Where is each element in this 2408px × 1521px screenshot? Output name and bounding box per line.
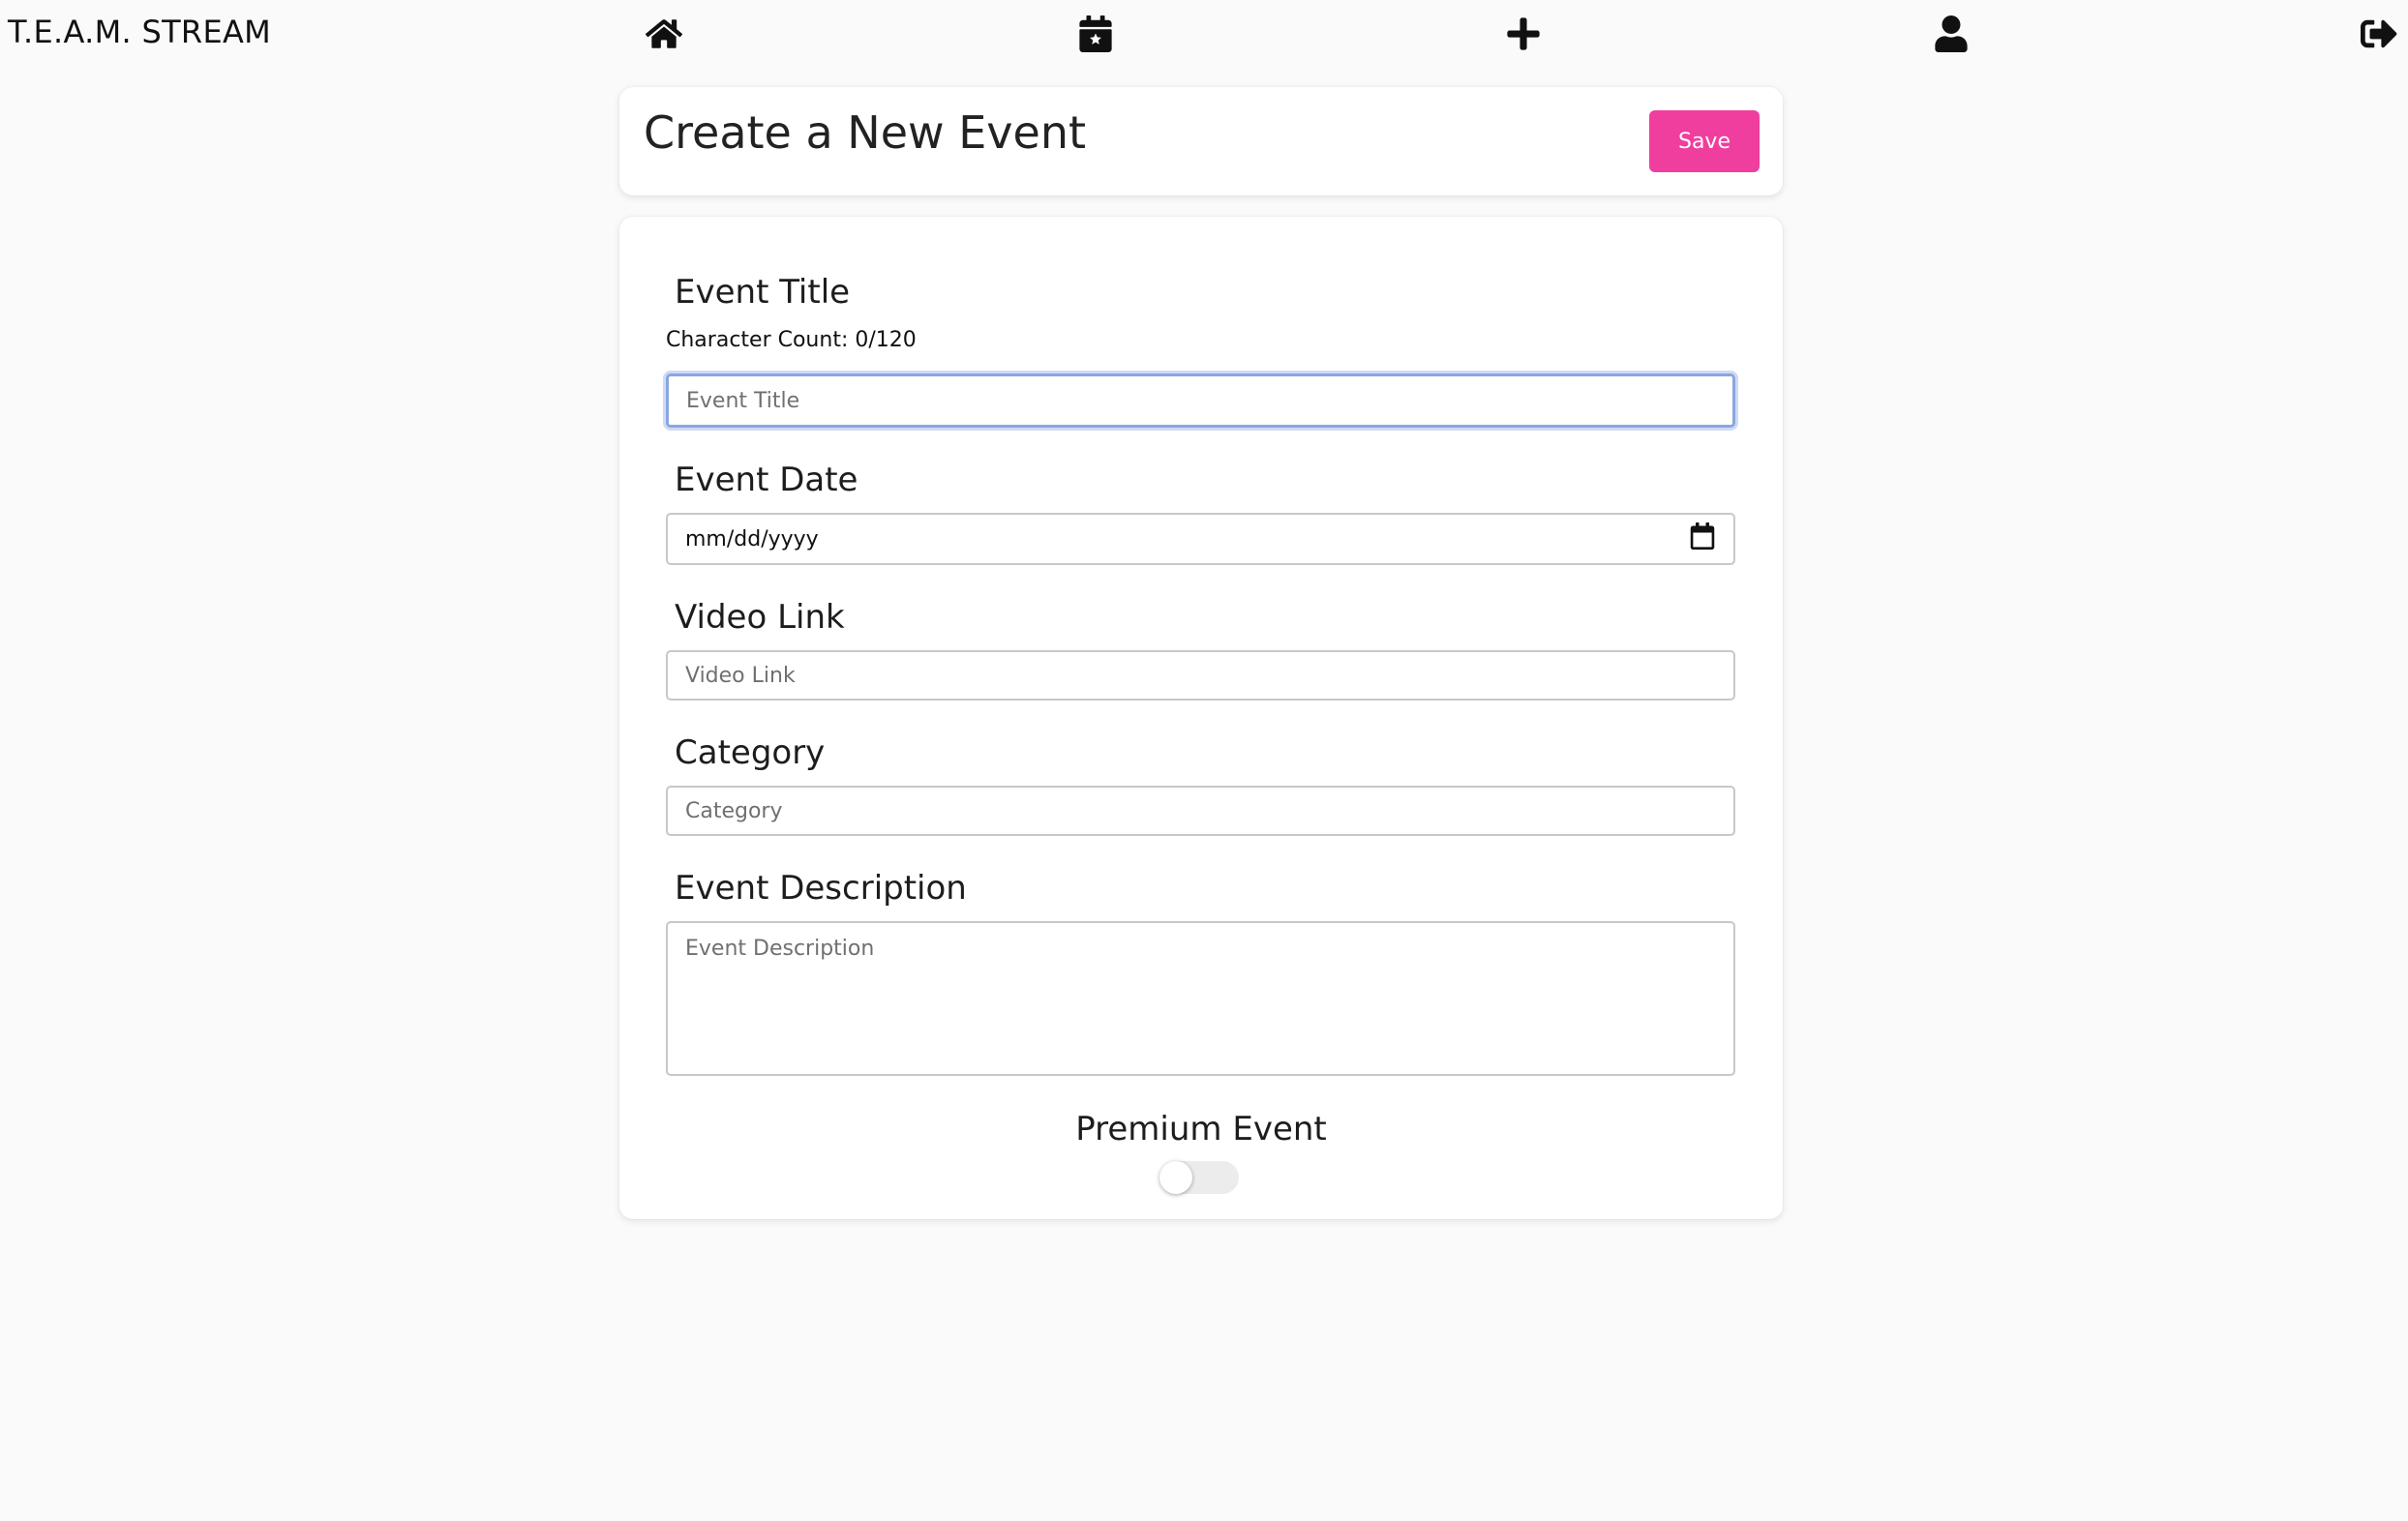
category-label: Category	[675, 733, 826, 772]
logout-icon[interactable]	[2360, 15, 2398, 53]
premium-event-toggle[interactable]	[1159, 1161, 1239, 1194]
premium-event-label: Premium Event	[1075, 1110, 1327, 1148]
event-form: Event Title Character Count: 0/120 Event…	[619, 217, 1783, 1219]
character-count: Character Count: 0/120	[666, 328, 917, 352]
video-link-label: Video Link	[675, 598, 845, 637]
calendar-icon[interactable]	[1689, 522, 1716, 555]
video-link-input[interactable]	[666, 650, 1735, 701]
top-navbar: T.E.A.M. STREAM	[0, 0, 2408, 68]
header-card: Create a New Event Save	[619, 87, 1783, 195]
event-date-label: Event Date	[675, 461, 858, 499]
save-button[interactable]: Save	[1649, 110, 1760, 172]
event-description-textarea[interactable]	[666, 921, 1735, 1076]
user-icon[interactable]	[1932, 15, 1971, 53]
brand-logo[interactable]: T.E.A.M. STREAM	[8, 14, 271, 50]
calendar-star-icon[interactable]	[1076, 15, 1115, 53]
date-placeholder: mm/dd/yyyy	[685, 526, 819, 552]
category-input[interactable]	[666, 786, 1735, 836]
event-description-label: Event Description	[675, 869, 967, 908]
event-title-label: Event Title	[675, 273, 851, 312]
home-icon[interactable]	[645, 15, 683, 53]
page-title: Create a New Event	[644, 106, 1087, 159]
event-title-input[interactable]	[666, 373, 1735, 428]
plus-icon[interactable]	[1504, 15, 1543, 53]
event-date-input[interactable]: mm/dd/yyyy	[666, 513, 1735, 565]
toggle-knob	[1159, 1161, 1192, 1194]
